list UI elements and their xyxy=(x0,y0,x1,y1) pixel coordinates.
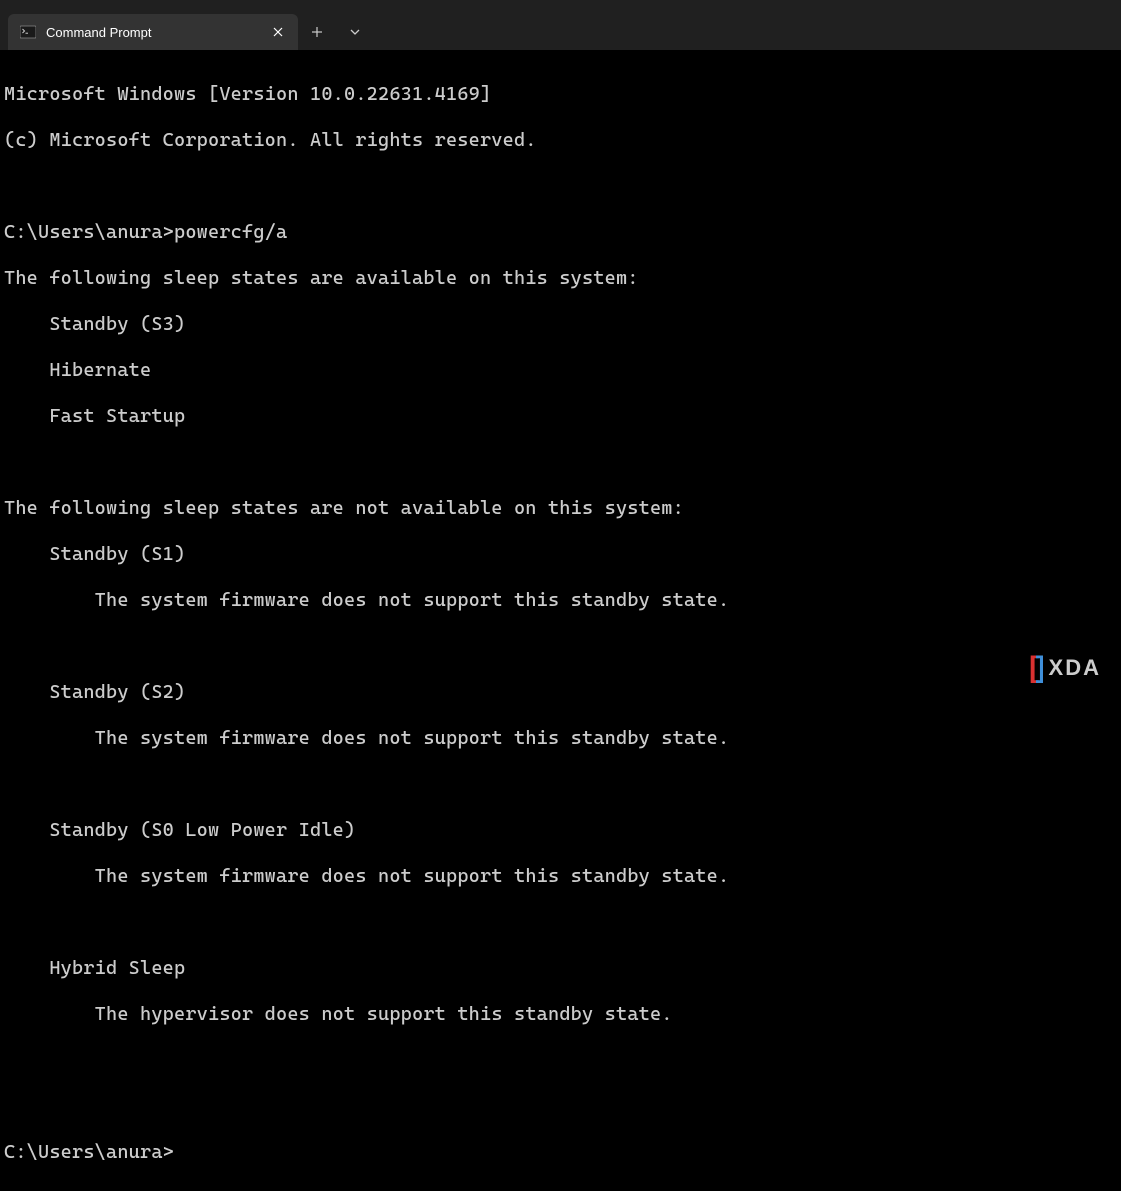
unavailable-state: Standby (S1) xyxy=(4,543,1117,566)
close-icon[interactable] xyxy=(268,22,288,42)
prompt: C:\Users\anura> xyxy=(4,221,174,243)
tab-title: Command Prompt xyxy=(46,25,258,40)
blank-line xyxy=(4,451,1117,474)
blank-line xyxy=(4,911,1117,934)
prompt: C:\Users\anura> xyxy=(4,1141,174,1164)
tab-dropdown-button[interactable] xyxy=(336,14,374,50)
new-tab-button[interactable] xyxy=(298,14,336,50)
terminal-output[interactable]: Microsoft Windows [Version 10.0.22631.41… xyxy=(0,50,1121,1191)
available-state: Standby (S3) xyxy=(4,313,1117,336)
available-state: Fast Startup xyxy=(4,405,1117,428)
command-text: powercfg/a xyxy=(174,221,287,243)
available-state: Hibernate xyxy=(4,359,1117,382)
watermark-bracket-icon: [ ] xyxy=(1029,653,1043,683)
watermark-brand: XDA xyxy=(1049,655,1101,681)
terminal-icon xyxy=(20,24,36,40)
unavailable-state: Standby (S0 Low Power Idle) xyxy=(4,819,1117,842)
blank-line xyxy=(4,1095,1117,1118)
unavailable-reason: The hypervisor does not support this sta… xyxy=(4,1003,1117,1026)
unavailable-reason: The system firmware does not support thi… xyxy=(4,865,1117,888)
unavailable-reason: The system firmware does not support thi… xyxy=(4,589,1117,612)
blank-line xyxy=(4,1049,1117,1072)
available-heading: The following sleep states are available… xyxy=(4,267,1117,290)
unavailable-reason: The system firmware does not support thi… xyxy=(4,727,1117,750)
command-line: C:\Users\anura>powercfg/a xyxy=(4,221,1117,244)
unavailable-state: Hybrid Sleep xyxy=(4,957,1117,980)
os-version-line: Microsoft Windows [Version 10.0.22631.41… xyxy=(4,83,1117,106)
unavailable-state: Standby (S2) xyxy=(4,681,1117,704)
blank-line xyxy=(4,773,1117,796)
blank-line xyxy=(4,175,1117,198)
blank-line xyxy=(4,635,1117,658)
titlebar-actions xyxy=(298,14,374,50)
copyright-line: (c) Microsoft Corporation. All rights re… xyxy=(4,129,1117,152)
unavailable-heading: The following sleep states are not avail… xyxy=(4,497,1117,520)
watermark: [ ] XDA xyxy=(1029,653,1101,683)
titlebar: Command Prompt xyxy=(0,0,1121,50)
tab-command-prompt[interactable]: Command Prompt xyxy=(8,14,298,50)
current-prompt-line[interactable]: C:\Users\anura> xyxy=(4,1141,1117,1164)
